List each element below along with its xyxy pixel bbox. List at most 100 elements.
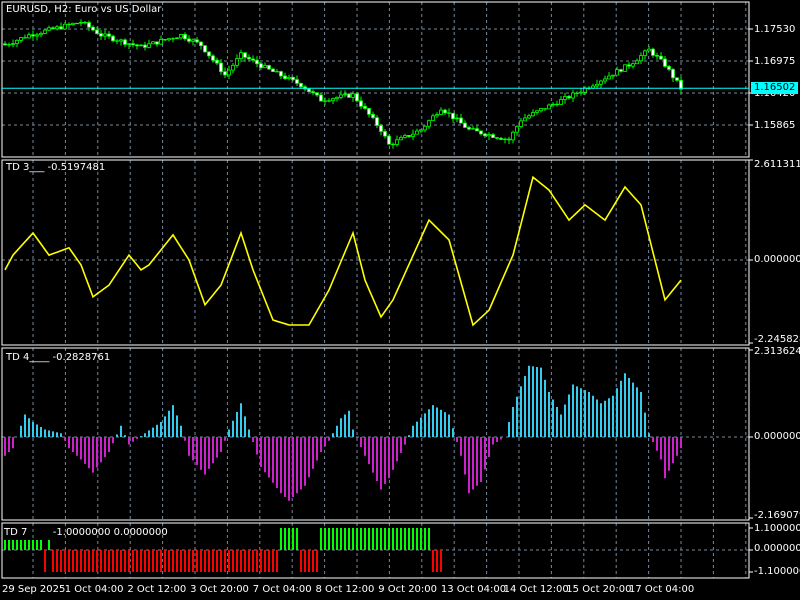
bull-candle bbox=[635, 60, 639, 65]
bull-candle bbox=[327, 100, 331, 102]
bear-candle bbox=[667, 66, 671, 70]
bear-candle bbox=[555, 103, 559, 106]
time-axis-label: 29 Sep 2025 bbox=[2, 584, 66, 595]
bull-candle bbox=[547, 104, 551, 110]
price-axis-label: 1.17530 bbox=[754, 24, 796, 35]
bear-candle bbox=[143, 44, 147, 48]
bull-candle bbox=[235, 58, 239, 66]
bull-candle bbox=[515, 126, 519, 133]
bull-candle bbox=[539, 108, 543, 112]
bull-candle bbox=[487, 134, 491, 137]
bear-candle bbox=[447, 112, 451, 114]
bull-candle bbox=[103, 33, 107, 37]
bear-candle bbox=[671, 68, 675, 79]
bull-candle bbox=[527, 115, 531, 119]
bear-candle bbox=[83, 22, 87, 24]
bear-candle bbox=[499, 137, 503, 140]
bear-candle bbox=[507, 138, 511, 141]
bull-candle bbox=[351, 93, 355, 98]
time-axis-label: 1 Oct 04:00 bbox=[64, 584, 124, 595]
bull-candle bbox=[139, 44, 143, 47]
bull-candle bbox=[179, 34, 183, 39]
bear-candle bbox=[255, 59, 259, 65]
bull-candle bbox=[399, 137, 403, 141]
bull-candle bbox=[571, 92, 575, 99]
bull-candle bbox=[599, 80, 603, 85]
bull-candle bbox=[411, 133, 415, 137]
bull-candle bbox=[427, 120, 431, 127]
bear-candle bbox=[347, 93, 351, 98]
chart-canvas[interactable] bbox=[0, 0, 800, 600]
bear-candle bbox=[51, 27, 55, 30]
bear-candle bbox=[135, 44, 139, 47]
bear-candle bbox=[247, 56, 251, 60]
bear-candle bbox=[87, 22, 91, 28]
bear-candle bbox=[655, 54, 659, 57]
bear-candle bbox=[295, 79, 299, 84]
time-axis-label: 17 Oct 04:00 bbox=[629, 584, 695, 595]
bear-candle bbox=[375, 117, 379, 126]
bull-candle bbox=[647, 48, 651, 52]
bear-candle bbox=[451, 112, 455, 120]
td3-name: TD 3___ bbox=[6, 162, 45, 173]
bear-candle bbox=[291, 76, 295, 80]
bull-candle bbox=[147, 43, 151, 48]
bull-candle bbox=[35, 34, 39, 37]
bull-candle bbox=[551, 103, 555, 106]
bear-candle bbox=[479, 130, 483, 135]
bear-candle bbox=[279, 71, 283, 77]
bear-candle bbox=[243, 52, 247, 58]
bull-candle bbox=[419, 129, 423, 132]
bull-candle bbox=[43, 29, 47, 34]
td4-label: TD 4____ -0.2828761 bbox=[6, 352, 110, 364]
price-axis-label: 1.16975 bbox=[754, 56, 796, 67]
bear-candle bbox=[475, 128, 479, 132]
bull-candle bbox=[595, 83, 599, 87]
chart-title: EURUSD, H2: Euro vs US Dollar bbox=[6, 4, 162, 15]
bear-candle bbox=[299, 82, 303, 88]
bear-candle bbox=[491, 134, 495, 139]
bull-candle bbox=[71, 22, 75, 25]
bull-candle bbox=[623, 64, 627, 72]
bull-candle bbox=[603, 78, 607, 82]
bull-candle bbox=[503, 138, 507, 141]
bull-candle bbox=[615, 69, 619, 76]
bull-candle bbox=[395, 139, 399, 145]
bear-candle bbox=[23, 37, 27, 39]
bull-candle bbox=[287, 76, 291, 80]
bull-candle bbox=[607, 75, 611, 80]
td3-axis-min: -2.2458287 bbox=[754, 334, 800, 345]
bear-candle bbox=[67, 23, 71, 26]
bear-candle bbox=[283, 75, 287, 80]
bear-candle bbox=[219, 62, 223, 73]
bear-candle bbox=[207, 51, 211, 57]
bull-candle bbox=[7, 44, 11, 46]
bear-candle bbox=[659, 55, 663, 60]
bull-candle bbox=[471, 128, 475, 130]
bear-candle bbox=[483, 133, 487, 137]
bear-candle bbox=[567, 96, 571, 99]
td4-axis-max: 2.3136248 bbox=[754, 346, 800, 357]
bear-candle bbox=[383, 131, 387, 137]
bear-candle bbox=[203, 45, 207, 53]
td7-label: TD 7 -1.0000000 0.0000000 bbox=[4, 527, 168, 539]
bear-candle bbox=[195, 39, 199, 43]
bull-candle bbox=[611, 74, 615, 77]
bull-candle bbox=[55, 26, 59, 30]
bull-candle bbox=[331, 98, 335, 102]
time-axis-label: 13 Oct 04:00 bbox=[440, 584, 507, 595]
bear-candle bbox=[199, 41, 203, 47]
bull-candle bbox=[151, 41, 155, 45]
bull-candle bbox=[39, 33, 43, 36]
bear-candle bbox=[495, 137, 499, 139]
bull-candle bbox=[531, 112, 535, 117]
bear-candle bbox=[675, 77, 679, 81]
bull-candle bbox=[643, 50, 647, 57]
bull-candle bbox=[523, 117, 527, 122]
bear-candle bbox=[443, 109, 447, 114]
bull-candle bbox=[63, 23, 67, 30]
bull-candle bbox=[579, 91, 583, 94]
td3-value: -0.5197481 bbox=[47, 162, 106, 173]
bear-candle bbox=[251, 58, 255, 61]
bear-candle bbox=[391, 143, 395, 146]
